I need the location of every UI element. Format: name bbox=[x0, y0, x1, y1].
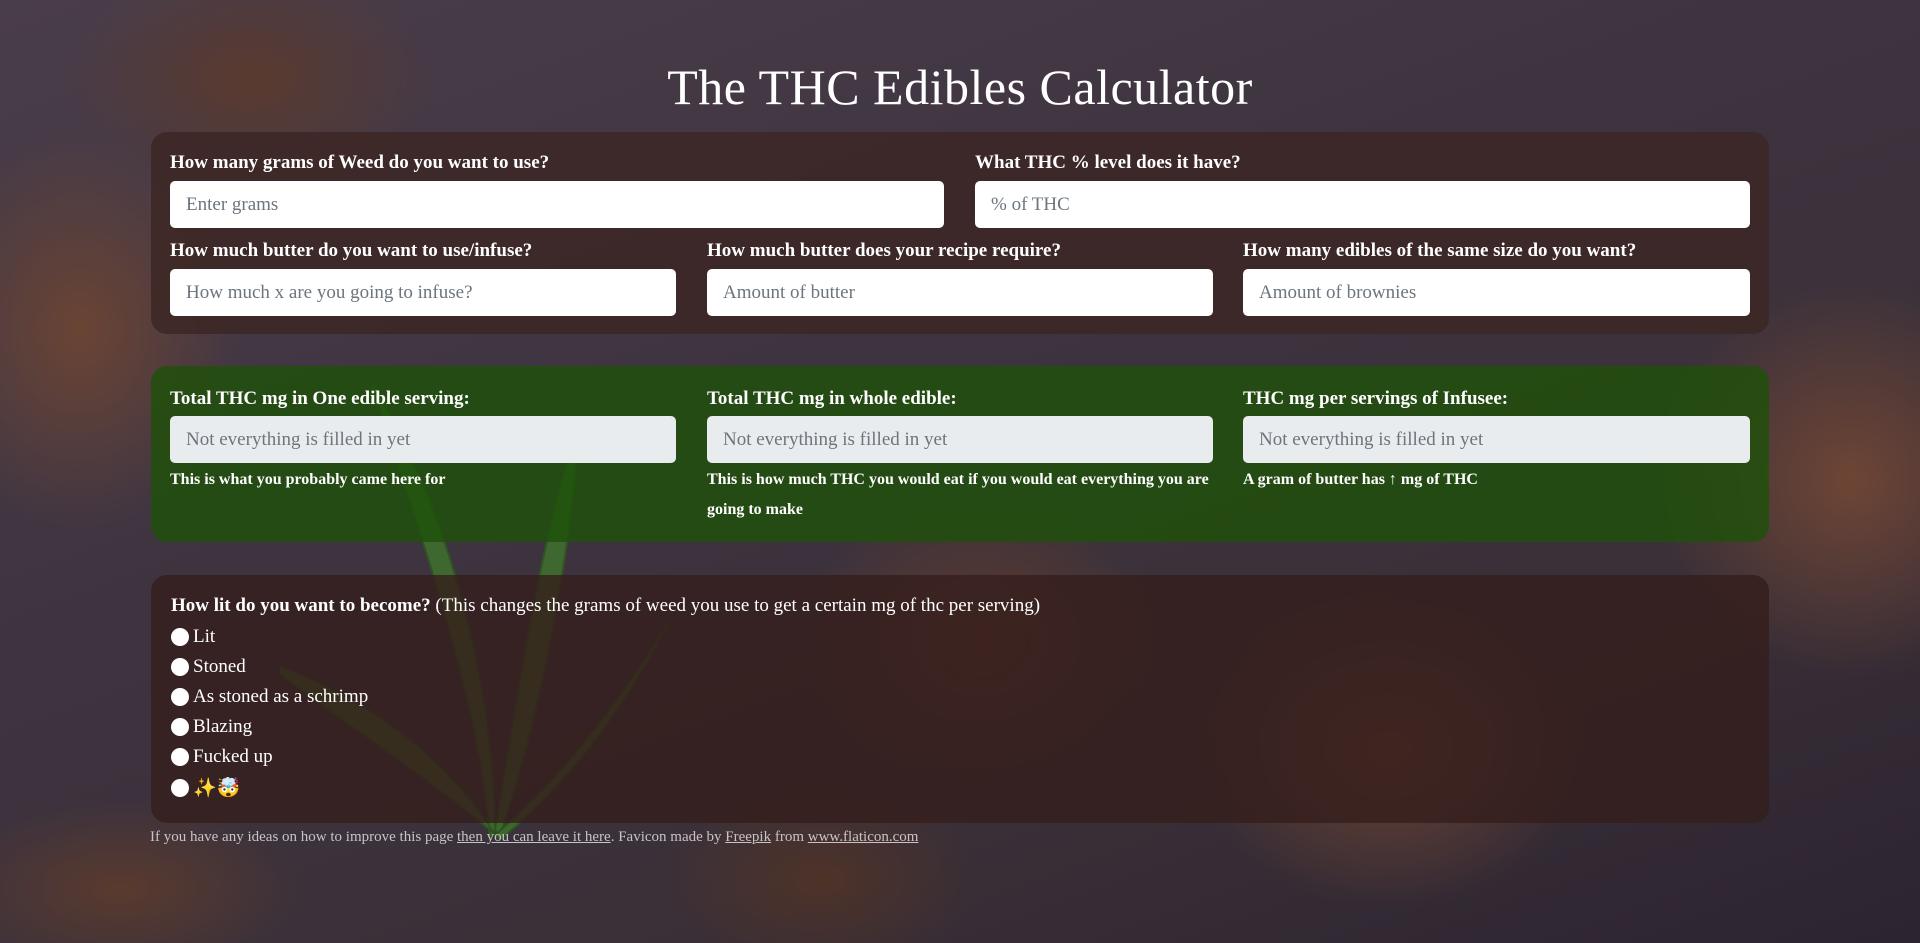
footer: If you have any ideas on how to improve … bbox=[150, 829, 918, 846]
whole-label: Total THC mg in whole edible: bbox=[707, 388, 957, 409]
footer-text: . Favicon made by bbox=[610, 829, 726, 845]
radio-label-emoji: ✨🤯 bbox=[193, 778, 241, 799]
radio-button[interactable] bbox=[171, 688, 189, 706]
lit-question: How lit do you want to become? (This cha… bbox=[171, 595, 1040, 617]
radio-button[interactable] bbox=[171, 779, 189, 797]
radio-label: Fucked up bbox=[193, 746, 273, 767]
radio-mind-blown[interactable]: ✨🤯 bbox=[171, 776, 240, 800]
radio-label: Blazing bbox=[193, 716, 253, 737]
grams-input[interactable] bbox=[170, 181, 944, 228]
radio-lit[interactable]: Lit bbox=[171, 626, 215, 648]
infusee-help: A gram of butter has ↑ mg of THC bbox=[1243, 471, 1478, 488]
infuse-butter-label: How much butter do you want to use/infus… bbox=[170, 240, 533, 261]
thc-label: What THC % level does it have? bbox=[975, 152, 1241, 173]
infuse-butter-input[interactable] bbox=[170, 269, 676, 316]
radio-button[interactable] bbox=[171, 718, 189, 736]
lit-question-bold: How lit do you want to become? bbox=[171, 595, 431, 616]
lit-question-detail: (This changes the grams of weed you use … bbox=[430, 595, 1041, 616]
radio-stoned[interactable]: Stoned bbox=[171, 656, 246, 678]
freepik-link[interactable]: Freepik bbox=[725, 829, 771, 845]
edibles-count-input[interactable] bbox=[1243, 269, 1750, 316]
serving-help: This is what you probably came here for bbox=[170, 471, 446, 488]
flaticon-link[interactable]: www.flaticon.com bbox=[808, 829, 919, 845]
radio-label: Lit bbox=[193, 626, 216, 647]
feedback-link[interactable]: then you can leave it here bbox=[457, 829, 611, 845]
footer-text: from bbox=[771, 829, 808, 845]
radio-button[interactable] bbox=[171, 748, 189, 766]
radio-fucked-up[interactable]: Fucked up bbox=[171, 746, 273, 768]
results-panel: Total THC mg in One edible serving: This… bbox=[151, 366, 1769, 542]
radio-schrimp[interactable]: As stoned as a schrimp bbox=[171, 686, 368, 708]
serving-output bbox=[170, 416, 676, 463]
footer-text: If you have any ideas on how to improve … bbox=[150, 829, 458, 845]
radio-button[interactable] bbox=[171, 658, 189, 676]
serving-label: Total THC mg in One edible serving: bbox=[170, 388, 470, 409]
infusee-label: THC mg per servings of Infusee: bbox=[1243, 388, 1509, 409]
recipe-butter-input[interactable] bbox=[707, 269, 1213, 316]
whole-output bbox=[707, 416, 1213, 463]
radio-button[interactable] bbox=[171, 628, 189, 646]
grams-label: How many grams of Weed do you want to us… bbox=[170, 152, 550, 173]
infusee-output bbox=[1243, 416, 1750, 463]
radio-blazing[interactable]: Blazing bbox=[171, 716, 252, 738]
page-title: The THC Edibles Calculator bbox=[667, 59, 1253, 115]
recipe-butter-label: How much butter does your recipe require… bbox=[707, 240, 1061, 261]
lit-level-panel: How lit do you want to become? (This cha… bbox=[151, 575, 1769, 823]
input-panel: How many grams of Weed do you want to us… bbox=[151, 132, 1769, 334]
radio-label: Stoned bbox=[193, 656, 246, 677]
edibles-count-label: How many edibles of the same size do you… bbox=[1243, 240, 1637, 261]
thc-percent-input[interactable] bbox=[975, 181, 1750, 228]
radio-label: As stoned as a schrimp bbox=[193, 686, 369, 707]
whole-help: This is how much THC you would eat if yo… bbox=[707, 471, 1209, 518]
